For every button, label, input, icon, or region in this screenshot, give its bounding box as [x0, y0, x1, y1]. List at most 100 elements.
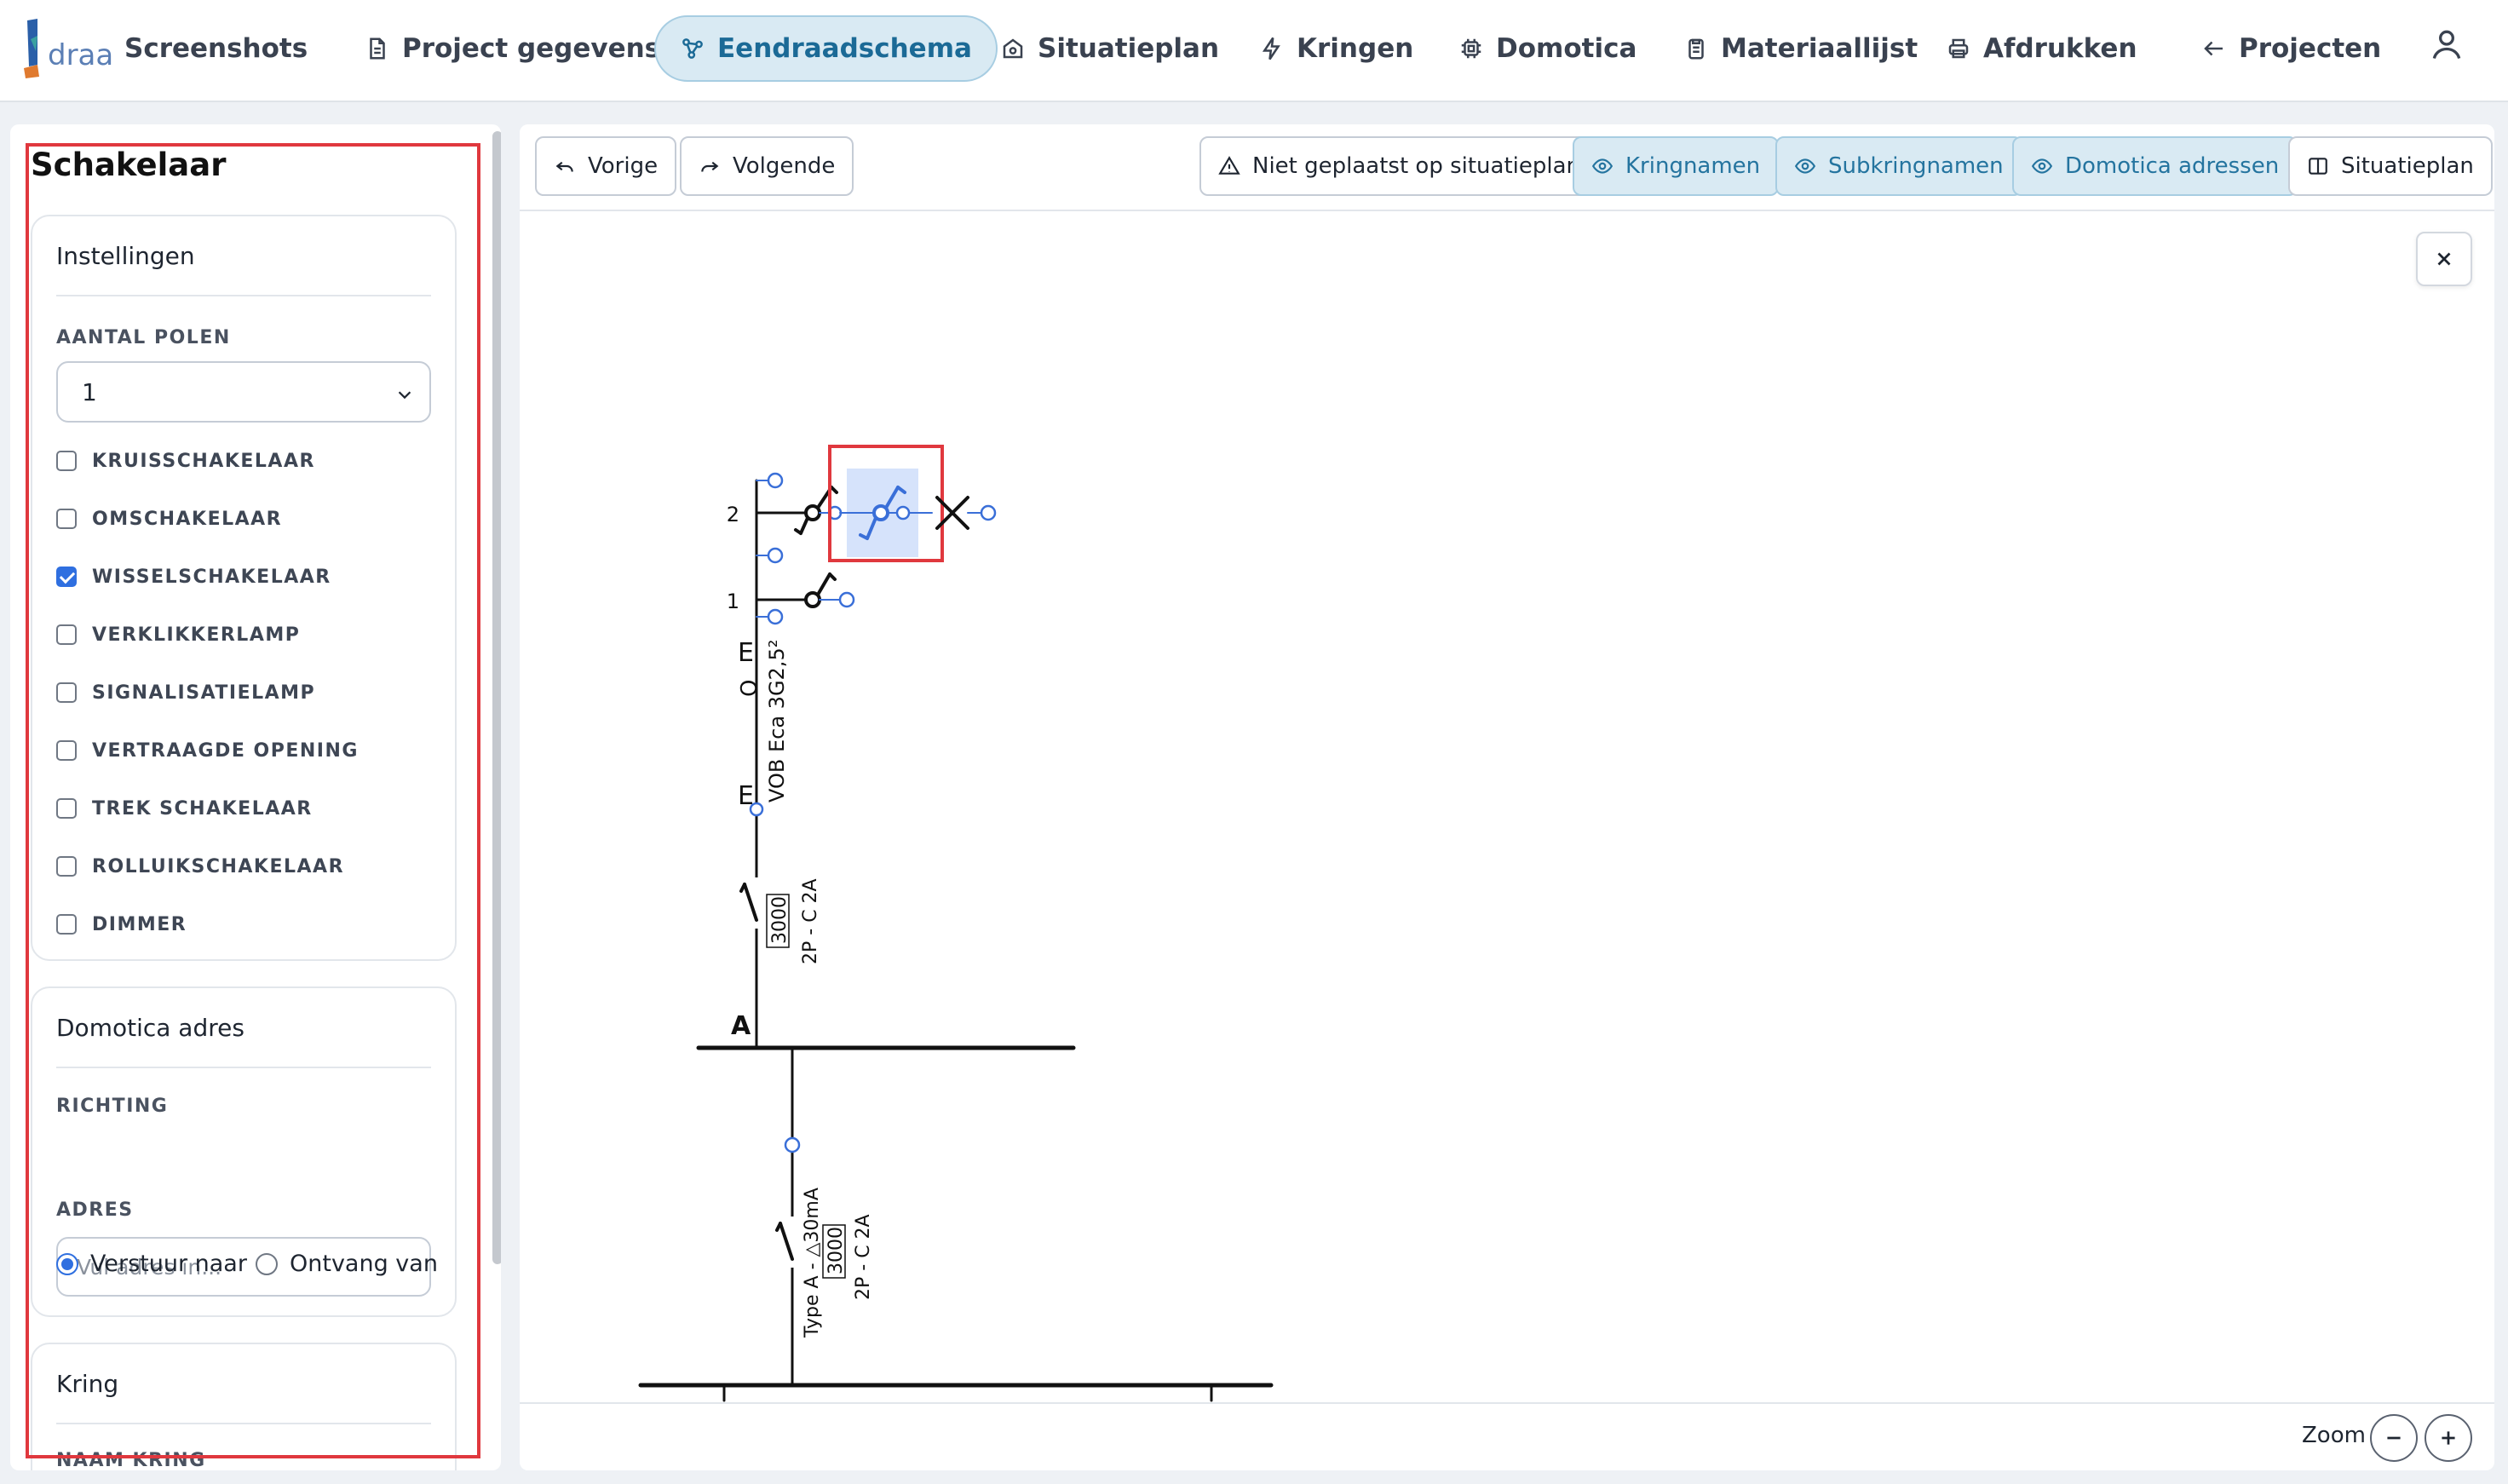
situatieplan-label: Situatieplan	[2341, 153, 2474, 179]
option-rolluikschakelaar[interactable]: ROLLUIKSCHAKELAAR	[56, 852, 344, 881]
printer-icon	[1948, 38, 1969, 59]
properties-sidebar: Schakelaar Instellingen AANTAL POLEN 1 K…	[10, 124, 501, 1470]
option-label: SIGNALISATIELAMP	[92, 682, 316, 704]
radio-ontvang-van[interactable]: Ontvang van	[256, 1251, 438, 1277]
checkbox[interactable]	[56, 914, 77, 935]
not-placed-label: Niet geplaatst op situatieplan	[1252, 153, 1581, 179]
option-omschakelaar[interactable]: OMSCHAKELAAR	[56, 504, 282, 533]
option-label: WISSELSCHAKELAAR	[92, 566, 331, 588]
option-label: KRUISSCHAKELAAR	[92, 450, 315, 472]
checkbox[interactable]	[56, 740, 77, 761]
option-label: TREK SCHAKELAAR	[92, 797, 313, 820]
eye-icon	[1794, 158, 1816, 174]
redo-arrow-icon	[701, 161, 719, 172]
kringnamen-toggle[interactable]: Kringnamen	[1573, 136, 1780, 196]
option-signalisatielamp[interactable]: SIGNALISATIELAMP	[56, 678, 315, 707]
nav-screenshots[interactable]: Screenshots	[101, 15, 331, 82]
diagram-panel: 2 1 E O E VOB Eca 3G2,5² 3000 2P - C 2A …	[520, 124, 2494, 1470]
radio-button[interactable]	[56, 1252, 78, 1275]
zoom-in-button[interactable]	[2425, 1414, 2472, 1462]
circuit-2-label: 2	[727, 503, 739, 526]
radio-label: Ontvang van	[290, 1251, 438, 1277]
previous-button[interactable]: Vorige	[535, 136, 677, 196]
nav-domotica[interactable]: Domotica	[1435, 15, 1660, 82]
diagram-toolbar: Vorige Volgende Niet geplaatst op situat…	[520, 124, 2494, 211]
domotica-adressen-toggle[interactable]: Domotica adressen	[2012, 136, 2298, 196]
option-label: DIMMER	[92, 913, 187, 935]
breaker-spec: 2P - C 2A	[800, 878, 821, 964]
option-label: ROLLUIKSCHAKELAAR	[92, 855, 345, 877]
divider	[56, 295, 431, 296]
radio-button[interactable]	[256, 1252, 278, 1275]
checkbox[interactable]	[56, 567, 77, 587]
minus-icon	[2387, 1436, 2401, 1440]
option-trek-schakelaar[interactable]: TREK SCHAKELAAR	[56, 794, 313, 823]
sidebar-scrollbar[interactable]	[491, 131, 501, 1469]
nav-afdrukken[interactable]: Afdrukken	[1922, 15, 2161, 82]
checkbox[interactable]	[56, 509, 77, 529]
zoom-bar: Zoom	[520, 1402, 2494, 1470]
checkbox[interactable]	[56, 682, 77, 703]
logo-icon[interactable]: draad	[19, 14, 112, 82]
divider	[56, 1067, 431, 1068]
nav-label: Afdrukken	[1983, 33, 2137, 64]
close-button[interactable]	[2416, 232, 2472, 286]
poles-select[interactable]: 1	[56, 361, 431, 423]
situatieplan-button[interactable]: Situatieplan	[2288, 136, 2493, 196]
diagram-icon	[682, 38, 703, 59]
nav-situatieplan[interactable]: Situatieplan	[976, 15, 1243, 82]
option-dimmer[interactable]: DIMMER	[56, 910, 187, 939]
next-button[interactable]: Volgende	[680, 136, 854, 196]
divider	[56, 1423, 431, 1424]
domotica-adressen-label: Domotica adressen	[2065, 153, 2280, 179]
poles-value: 1	[82, 377, 97, 406]
top-navigation: draad Screenshots Project gegevens Eendr…	[0, 0, 2508, 102]
radio-verstuur-naar[interactable]: Verstuur naar	[56, 1251, 247, 1277]
nav-materiaallijst[interactable]: Materiaallijst	[1660, 15, 1941, 82]
eye-icon	[2031, 158, 2053, 174]
warning-icon	[1218, 156, 1240, 175]
sidebar-title: Schakelaar	[31, 147, 227, 183]
option-verklikkerlamp[interactable]: VERKLIKKERLAMP	[56, 620, 300, 649]
kringnamen-label: Kringnamen	[1625, 153, 1761, 179]
settings-card: Instellingen AANTAL POLEN 1 KRUISSCHAKEL…	[31, 215, 457, 961]
checkbox[interactable]	[56, 798, 77, 819]
nav-label: Domotica	[1496, 33, 1637, 64]
option-vertraagde-opening[interactable]: VERTRAAGDE OPENING	[56, 736, 359, 765]
cable-mark: O	[737, 680, 762, 697]
eye-icon	[1591, 158, 1614, 174]
zoom-out-button[interactable]	[2370, 1414, 2418, 1462]
checkbox[interactable]	[56, 856, 77, 877]
plus-icon	[2442, 1431, 2455, 1445]
kring-heading: Kring	[56, 1370, 119, 1398]
nav-label: Eendraadschema	[717, 33, 972, 64]
previous-label: Vorige	[588, 153, 659, 179]
option-kruisschakelaar[interactable]: KRUISSCHAKELAAR	[56, 446, 315, 475]
settings-heading: Instellingen	[56, 242, 195, 270]
subkringnamen-toggle[interactable]: Subkringnamen	[1775, 136, 2022, 196]
nav-label: Kringen	[1297, 33, 1414, 64]
checkbox[interactable]	[56, 624, 77, 645]
close-icon	[2437, 252, 2451, 266]
user-icon[interactable]	[2428, 26, 2465, 63]
nav-kringen[interactable]: Kringen	[1235, 15, 1437, 82]
cable-mark: E	[738, 638, 754, 668]
option-label: VERKLIKKERLAMP	[92, 624, 301, 646]
single-line-diagram[interactable]: 2 1 E O E VOB Eca 3G2,5² 3000 2P - C 2A …	[520, 124, 2494, 1402]
next-label: Volgende	[733, 153, 836, 179]
subkringnamen-label: Subkringnamen	[1828, 153, 2004, 179]
nav-label: Project gegevens	[402, 33, 661, 64]
zoom-label: Zoom	[2302, 1423, 2366, 1448]
nav-label: Situatieplan	[1038, 33, 1220, 64]
house-icon	[1003, 38, 1023, 59]
rcd-type: Type A - △30mA	[802, 1188, 823, 1338]
not-placed-button[interactable]: Niet geplaatst op situatieplan	[1199, 136, 1600, 196]
rcd-spec: 2P - C 2A	[853, 1214, 874, 1300]
nav-project-gegevens[interactable]: Project gegevens	[341, 15, 684, 82]
nav-projecten[interactable]: Projecten	[2177, 15, 2405, 82]
option-wisselschakelaar[interactable]: WISSELSCHAKELAAR	[56, 562, 331, 591]
kring-name-label: NAAM KRING	[56, 1450, 206, 1470]
nav-eendraadschema[interactable]: Eendraadschema	[654, 15, 998, 82]
checkbox[interactable]	[56, 451, 77, 471]
scrollbar-thumb[interactable]	[492, 131, 501, 1264]
